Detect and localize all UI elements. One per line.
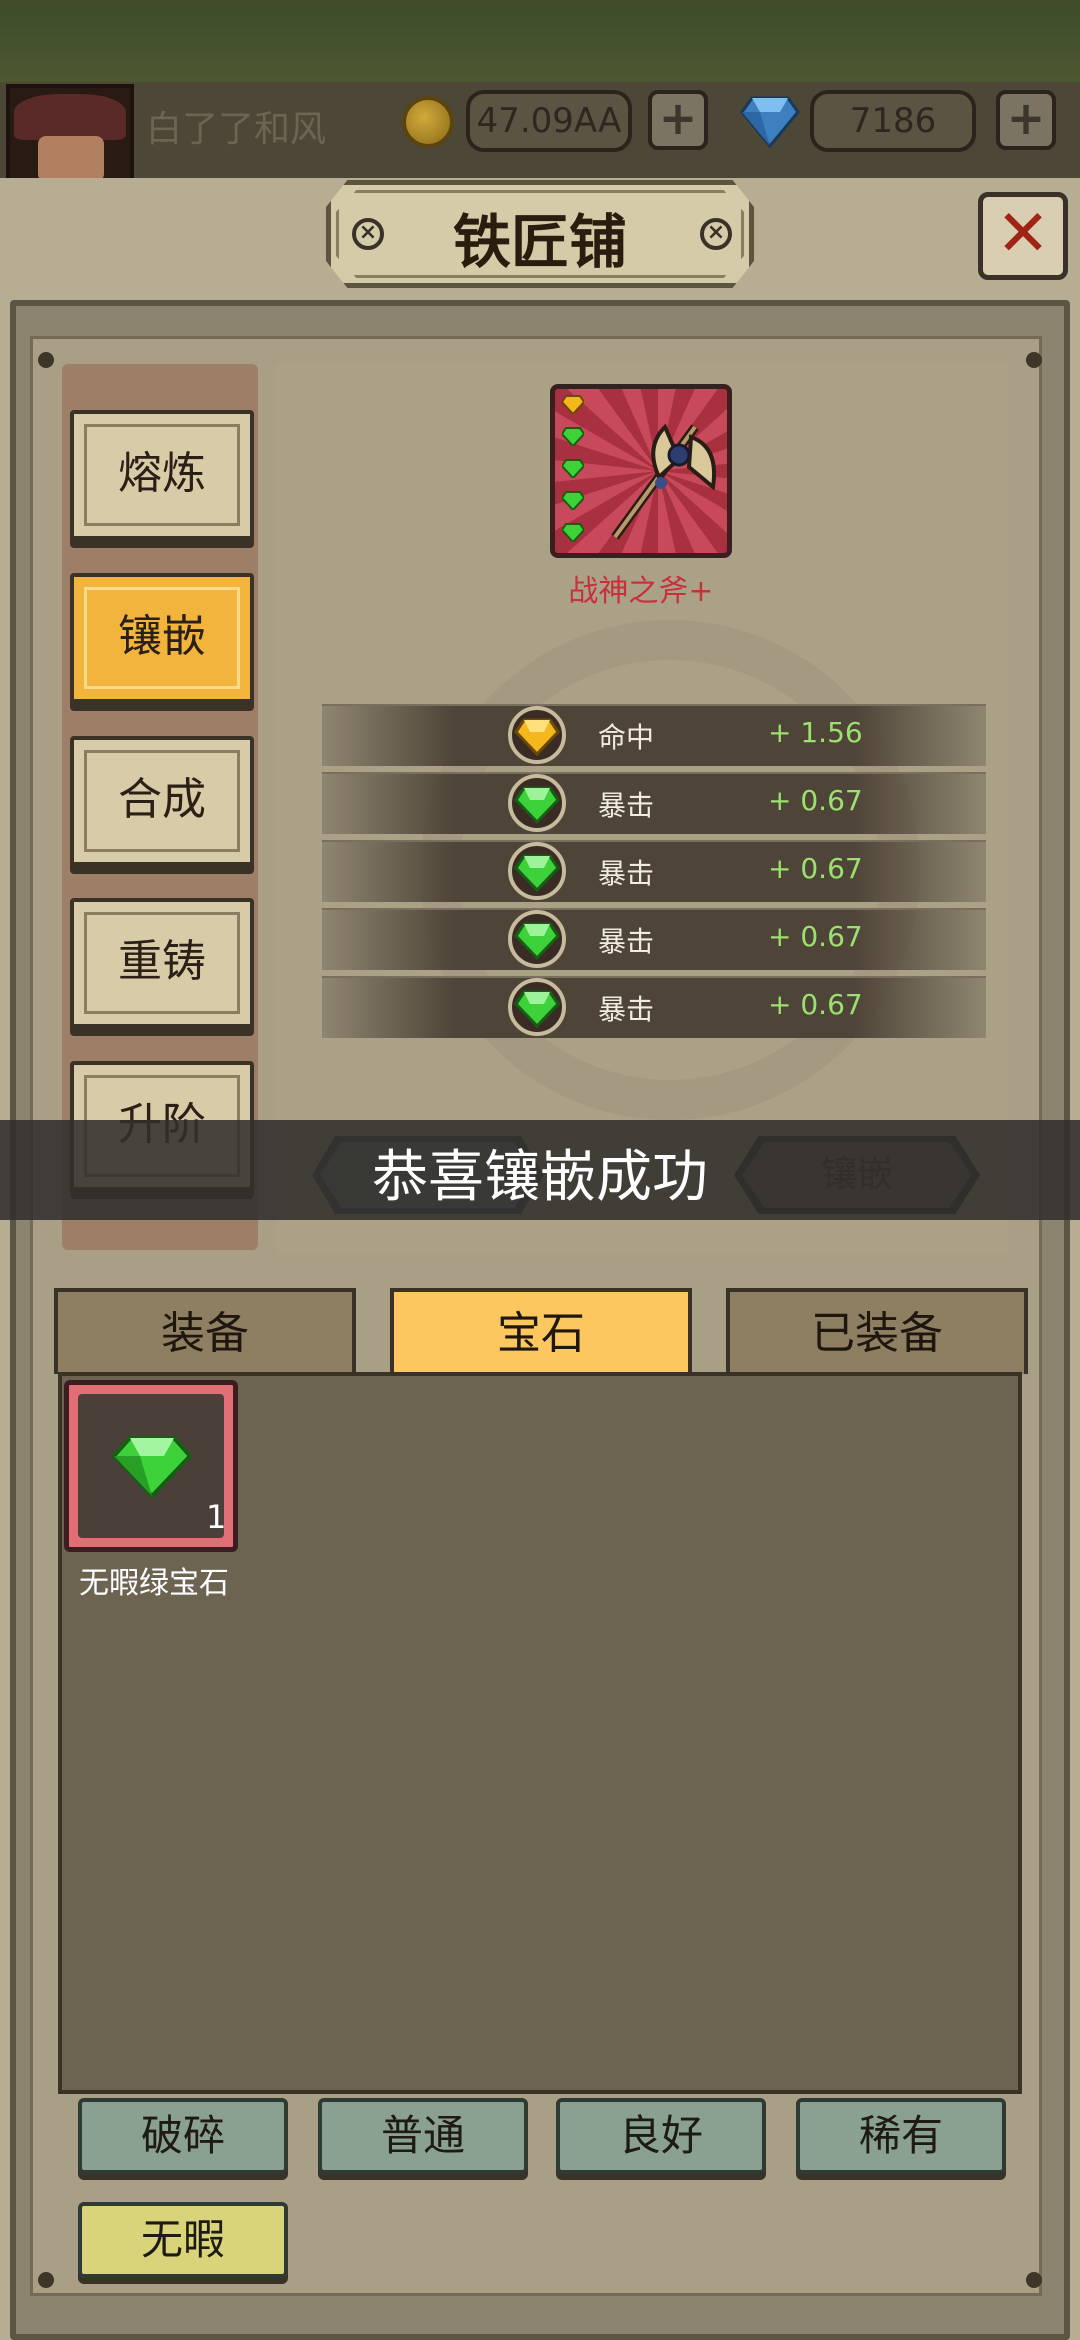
filter-broken-button[interactable]: 破碎 (78, 2098, 288, 2174)
stat-value: + 0.67 (768, 920, 863, 953)
stat-label: 暴击 (598, 789, 655, 822)
inventory-item-inner (78, 1394, 224, 1538)
gold-coin-icon (402, 96, 454, 148)
filter-rare-button[interactable]: 稀有 (796, 2098, 1006, 2174)
tab-equipped[interactable]: 已装备 (726, 1288, 1028, 1374)
tab-equipment[interactable]: 装备 (54, 1288, 356, 1374)
stat-value: + 0.67 (768, 784, 863, 817)
stat-gem-socket[interactable] (508, 842, 566, 900)
tab-gems[interactable]: 宝石 (390, 1288, 692, 1374)
stat-value: + 0.67 (768, 988, 863, 1021)
green-gem-icon (562, 427, 584, 446)
stat-label: 暴击 (598, 993, 655, 1026)
item-name: 战神之斧+ (568, 574, 714, 609)
tab-synthesize[interactable]: 合成 (70, 736, 254, 866)
tab-inlay[interactable]: 镶嵌 (70, 573, 254, 703)
stat-value: + 0.67 (768, 852, 863, 885)
diamond-amount: 7186 (810, 90, 976, 152)
bolt-icon (38, 2272, 54, 2288)
item-name-label: 无暇绿宝石 (79, 1566, 229, 1601)
green-gem-icon (514, 990, 560, 1029)
stat-gem-socket[interactable] (508, 774, 566, 832)
stat-label: 暴击 (598, 857, 655, 890)
item-count: 1 (206, 1498, 227, 1536)
tab-reforge[interactable]: 重铸 (70, 898, 254, 1028)
stat-value: + 1.56 (768, 716, 863, 749)
green-gem-icon (562, 523, 584, 542)
bolt-icon (1026, 352, 1042, 368)
tab-label: 熔炼 (118, 448, 206, 499)
gold-amount: 47.09AA (466, 90, 632, 152)
tab-label: 合成 (118, 774, 206, 825)
green-gem-icon (514, 854, 560, 893)
stat-gem-socket[interactable] (508, 978, 566, 1036)
success-message: 恭喜镶嵌成功 (372, 1145, 708, 1210)
stat-gem-socket[interactable] (508, 706, 566, 764)
add-gold-button[interactable]: + (648, 90, 708, 150)
filter-good-button[interactable]: 良好 (556, 2098, 766, 2174)
bolt-icon (1026, 2272, 1042, 2288)
tab-label: 镶嵌 (118, 611, 206, 662)
stat-gem-socket[interactable] (508, 910, 566, 968)
bolt-icon (38, 352, 54, 368)
yellow-gem-icon (514, 718, 560, 757)
green-gem-icon (514, 786, 560, 825)
close-button[interactable]: ✕ (978, 192, 1068, 280)
tab-smelt[interactable]: 熔炼 (70, 410, 254, 540)
battle-axe-icon (611, 423, 716, 540)
player-name: 白了了和风 (146, 109, 327, 150)
add-diamond-button[interactable]: + (996, 90, 1056, 150)
green-gem-icon (562, 459, 584, 478)
green-gem-icon (112, 1436, 192, 1498)
yellow-gem-icon (562, 395, 584, 414)
filter-flawless-button[interactable]: 无暇 (78, 2202, 288, 2278)
page-title: 铁匠铺 (452, 208, 627, 276)
stat-label: 命中 (598, 721, 655, 754)
filter-normal-button[interactable]: 普通 (318, 2098, 528, 2174)
avatar[interactable] (6, 84, 134, 184)
stat-label: 暴击 (598, 925, 655, 958)
green-gem-icon (514, 922, 560, 961)
diamond-icon (740, 96, 800, 149)
tab-label: 重铸 (118, 936, 206, 987)
green-gem-icon (562, 491, 584, 510)
